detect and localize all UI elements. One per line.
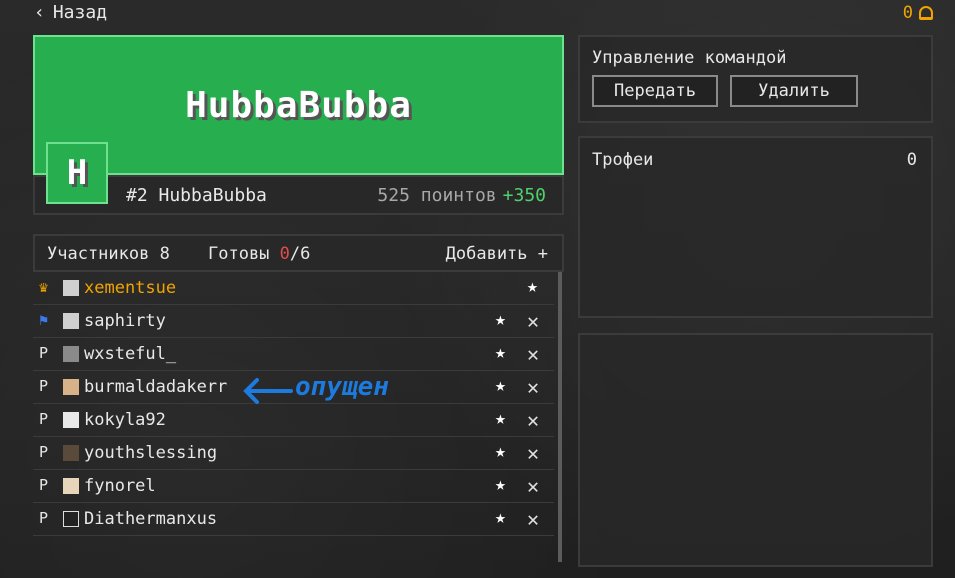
handwritten-annotation: опущен (295, 372, 389, 402)
back-label: Назад (52, 2, 108, 23)
close-icon[interactable]: ✕ (527, 375, 539, 399)
team-info-bar: #2 HubbaBubba 525 поинтов +350 (33, 175, 564, 215)
points-value: 525 поинтов (377, 185, 497, 206)
team-management-panel: Управление командой Передать Удалить (578, 35, 933, 123)
avatar (63, 379, 79, 395)
star-icon[interactable]: ★ (495, 309, 506, 330)
star-icon[interactable]: ★ (495, 408, 506, 429)
members-count: Участников 8 (47, 244, 170, 264)
chevron-left-icon: ‹ (34, 2, 45, 23)
member-nick: kokyla92 (84, 410, 166, 430)
star-icon[interactable]: ★ (495, 375, 506, 396)
member-nick: wxsteful_ (84, 344, 177, 364)
flag-icon: ⚑ (39, 311, 49, 329)
delete-button[interactable]: Удалить (730, 75, 858, 107)
back-button[interactable]: ‹ Назад (34, 2, 107, 23)
member-nick: xementsue (84, 278, 177, 298)
ready-total: /6 (289, 244, 311, 264)
ready-value: 0 (279, 244, 290, 264)
member-nick: fynorel (84, 476, 156, 496)
trophies-title: Трофеи (592, 150, 654, 170)
team-points: 525 поинтов +350 (377, 185, 546, 206)
scrollbar[interactable] (558, 272, 562, 562)
avatar (63, 445, 79, 461)
close-icon[interactable]: ✕ (527, 474, 539, 498)
flag-outline-icon: P (39, 344, 49, 362)
ready-count: Готовы 0/6 (208, 244, 310, 264)
list-item[interactable]: ⚑ saphirty ★ ✕ (33, 305, 554, 338)
list-item[interactable]: P youthslessing ★ ✕ (33, 437, 554, 470)
flag-outline-icon: P (39, 443, 49, 461)
list-item[interactable]: P fynorel ★ ✕ (33, 470, 554, 503)
list-item[interactable]: P burmaldadakerr ★ ✕ (33, 371, 554, 404)
flag-outline-icon: P (39, 410, 49, 428)
team-name: HubbaBubba (185, 85, 412, 126)
close-icon[interactable]: ✕ (527, 441, 539, 465)
star-icon[interactable]: ★ (527, 276, 538, 297)
bell-icon (919, 6, 933, 20)
transfer-button[interactable]: Передать (592, 75, 718, 107)
avatar (63, 478, 79, 494)
trophies-count: 0 (906, 150, 917, 170)
avatar (63, 346, 79, 362)
member-nick: burmaldadakerr (84, 377, 228, 397)
close-icon[interactable]: ✕ (527, 342, 539, 366)
member-nick: youthslessing (84, 443, 218, 463)
notifications-count: 0 (902, 3, 913, 23)
avatar (63, 313, 79, 329)
crown-icon: ♛ (39, 278, 49, 296)
points-delta: +350 (502, 185, 546, 206)
team-banner: HubbaBubba (33, 35, 564, 175)
management-title: Управление командой (592, 48, 787, 68)
member-nick: saphirty (84, 311, 166, 331)
notifications-button[interactable]: 0 (903, 3, 933, 23)
close-icon[interactable]: ✕ (527, 309, 539, 333)
avatar (63, 412, 79, 428)
avatar (63, 511, 79, 527)
flag-outline-icon: P (39, 509, 49, 527)
arrow-annotation-icon (243, 378, 293, 404)
close-icon[interactable]: ✕ (527, 507, 539, 531)
star-icon[interactable]: ★ (495, 441, 506, 462)
list-item[interactable]: P Diathermanxus ★ ✕ (33, 503, 554, 536)
star-icon[interactable]: ★ (495, 342, 506, 363)
list-item[interactable]: P kokyla92 ★ ✕ (33, 404, 554, 437)
add-member-button[interactable]: Добавить + (446, 244, 548, 264)
ready-label: Готовы (208, 244, 280, 264)
trophies-panel: Трофеи 0 (578, 136, 933, 318)
top-bar: ‹ Назад 0 (0, 0, 955, 28)
members-list: ♛ xementsue ★ ⚑ saphirty ★ ✕ P wxsteful_… (33, 272, 554, 536)
member-nick: Diathermanxus (84, 509, 218, 529)
avatar (63, 280, 79, 296)
star-icon[interactable]: ★ (495, 507, 506, 528)
flag-outline-icon: P (39, 377, 49, 395)
close-icon[interactable]: ✕ (527, 408, 539, 432)
members-header: Участников 8 Готовы 0/6 Добавить + (33, 234, 564, 272)
team-rank: #2 HubbaBubba (126, 185, 267, 206)
list-item[interactable]: ♛ xementsue ★ (33, 272, 554, 305)
star-icon[interactable]: ★ (495, 474, 506, 495)
list-item[interactable]: P wxsteful_ ★ ✕ (33, 338, 554, 371)
team-avatar: H (46, 142, 108, 204)
empty-panel (578, 333, 933, 567)
flag-outline-icon: P (39, 476, 49, 494)
